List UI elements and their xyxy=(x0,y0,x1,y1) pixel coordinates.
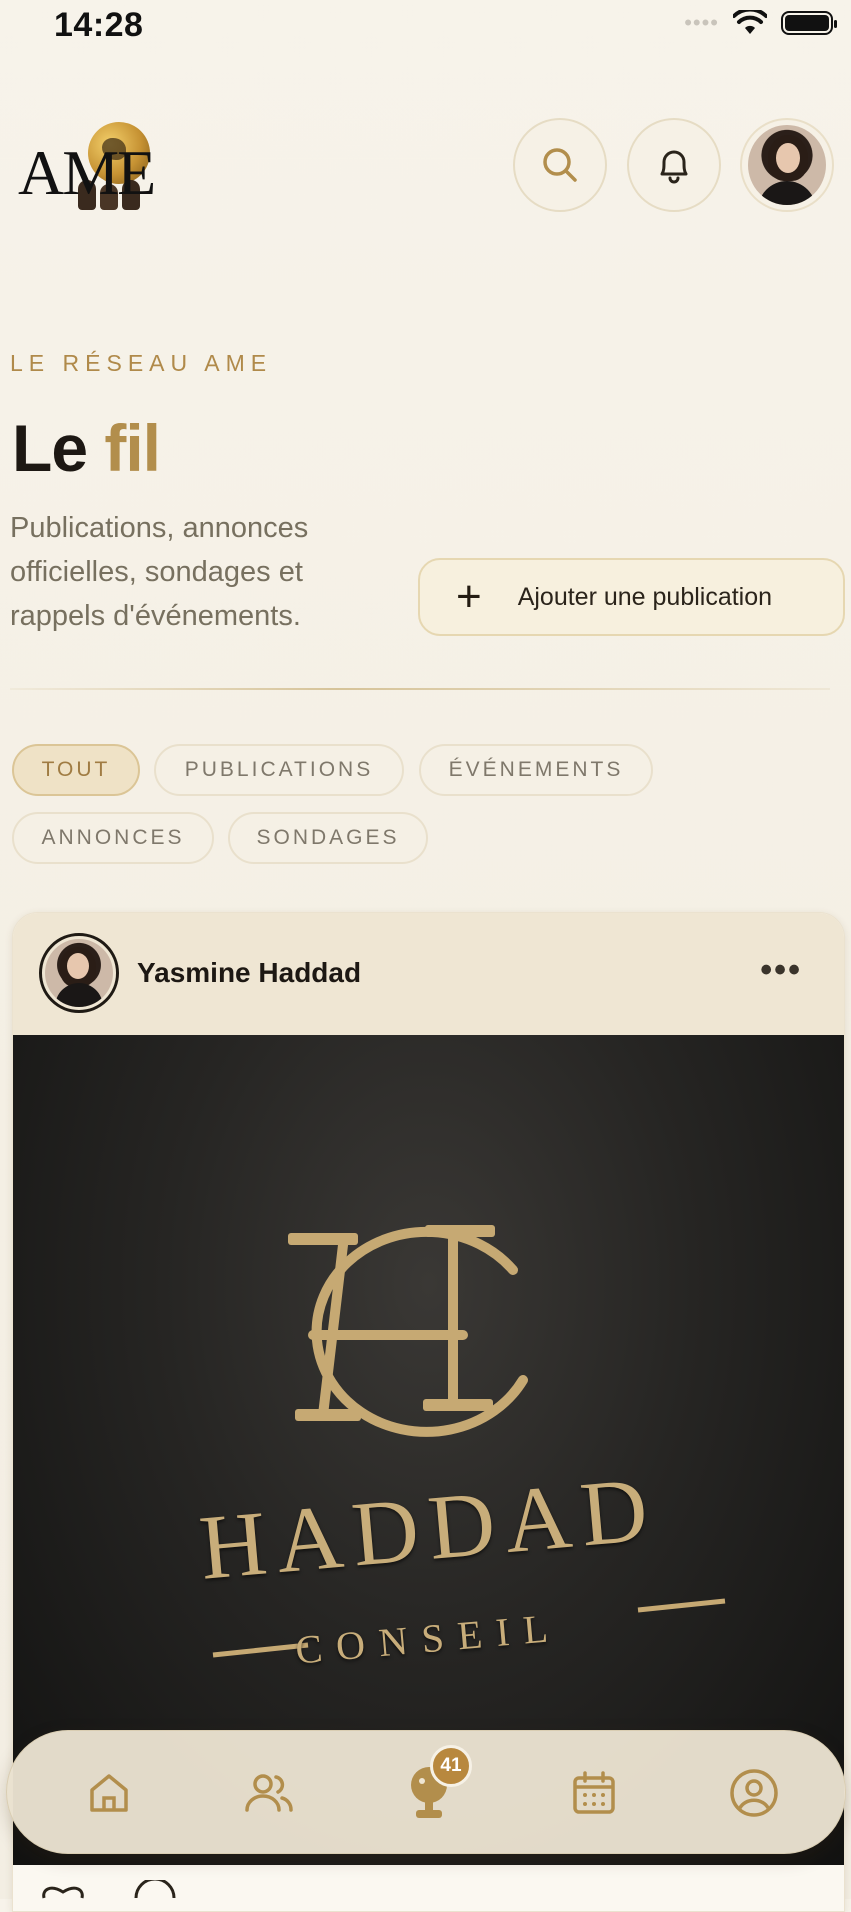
page-title: Le fil xyxy=(12,410,161,486)
status-indicators: •••• xyxy=(684,10,837,36)
add-publication-button[interactable]: + Ajouter une publication xyxy=(418,558,845,636)
post-author-name[interactable]: Yasmine Haddad xyxy=(137,957,361,989)
chat-badge: 41 xyxy=(430,1745,472,1787)
profile-icon xyxy=(730,1769,778,1817)
page-title-accent: fil xyxy=(104,411,161,485)
author-avatar[interactable] xyxy=(39,933,119,1013)
more-options-icon[interactable]: ••• xyxy=(760,951,802,990)
members-icon xyxy=(245,1774,293,1812)
divider xyxy=(10,688,830,690)
tab-home[interactable] xyxy=(77,1761,141,1825)
status-time: 14:28 xyxy=(54,6,144,44)
page-subtitle: Publications, annonces officielles, sond… xyxy=(10,512,309,632)
page-title-plain: Le xyxy=(12,411,105,485)
battery-icon xyxy=(781,11,837,35)
avatar xyxy=(748,125,826,205)
calendar-icon xyxy=(573,1771,615,1814)
logo-text: AME xyxy=(18,137,156,208)
bottom-tab-bar xyxy=(6,1730,846,1854)
bell-icon xyxy=(660,150,688,184)
add-publication-label: Ajouter une publication xyxy=(517,582,773,611)
home-icon xyxy=(90,1774,128,1812)
avatar xyxy=(45,939,113,1007)
profile-avatar-button[interactable] xyxy=(740,118,834,212)
heart-icon[interactable] xyxy=(40,1880,86,1900)
wifi-icon xyxy=(733,10,767,34)
filter-chip-annonces[interactable]: ANNONCES xyxy=(12,812,214,864)
plus-icon: + xyxy=(456,572,482,621)
app-logo[interactable]: AME xyxy=(18,118,178,213)
filter-chip-publications[interactable]: PUBLICATIONS xyxy=(154,744,404,796)
notifications-button[interactable] xyxy=(627,118,721,212)
filter-chip-evenements[interactable]: ÉVÉNEMENTS xyxy=(419,744,653,796)
filter-chip-sondages[interactable]: SONDAGES xyxy=(228,812,428,864)
signal-icon: •••• xyxy=(684,10,719,35)
section-eyebrow: LE RÉSEAU AME xyxy=(10,350,273,376)
comment-icon[interactable] xyxy=(132,1880,178,1900)
search-button[interactable] xyxy=(513,118,607,212)
tab-members[interactable] xyxy=(237,1761,301,1825)
tab-profile[interactable] xyxy=(722,1761,786,1825)
post-header: Yasmine Haddad ••• xyxy=(13,913,844,1035)
tab-calendar[interactable] xyxy=(562,1761,626,1825)
filter-chip-tout[interactable]: TOUT xyxy=(12,744,140,796)
search-icon xyxy=(543,148,577,182)
